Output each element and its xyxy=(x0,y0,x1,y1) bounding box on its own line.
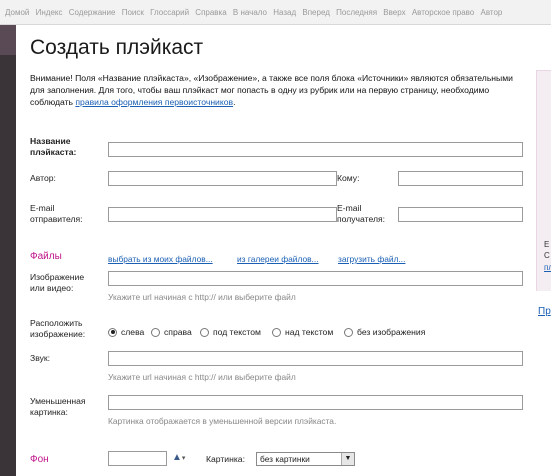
nav-forward[interactable]: Вперед xyxy=(302,8,330,17)
radio-left[interactable]: слева xyxy=(108,327,144,337)
nav-start[interactable]: В начало xyxy=(233,8,267,17)
sender-email-label: E-mail отправителя: xyxy=(30,203,83,225)
nav-help[interactable]: Справка xyxy=(195,8,226,17)
image-label-line1: Изображение xyxy=(30,272,85,282)
thumbnail-hint: Картинка отображается в уменьшенной верс… xyxy=(108,416,337,426)
name-label-line2: плэйкаста: xyxy=(30,147,77,157)
nav-copyright[interactable]: Авторское право xyxy=(412,8,474,17)
recipient-email-input[interactable] xyxy=(398,207,523,222)
author-label: Автор: xyxy=(30,173,56,183)
radio-right-label: справа xyxy=(164,327,192,337)
radio-above-text[interactable]: над текстом xyxy=(272,327,333,337)
thumbnail-label-line2: картинка: xyxy=(30,407,68,417)
name-label-line1: Название xyxy=(30,136,71,146)
thumbnail-url-input[interactable] xyxy=(108,395,523,410)
recipient-email-line2: получателя: xyxy=(337,214,386,224)
image-url-input[interactable] xyxy=(108,271,523,286)
radio-below-control[interactable] xyxy=(200,327,209,337)
name-input[interactable] xyxy=(108,142,523,157)
notice-text: Внимание! Поля «Название плэйкаста», «Из… xyxy=(30,72,525,108)
radio-no-image[interactable]: без изображения xyxy=(344,327,425,337)
nav-glossary[interactable]: Глоссарий xyxy=(150,8,189,17)
top-navigation: Домой Индекс Содержание Поиск Глоссарий … xyxy=(0,0,551,25)
placement-label: Расположить изображение: xyxy=(30,318,85,340)
right-panel-text-1: Е xyxy=(544,240,550,249)
chevron-down-icon[interactable]: ▼ xyxy=(341,453,354,465)
background-picture-value: без картинки xyxy=(260,454,310,464)
nav-index[interactable]: Индекс xyxy=(36,8,63,17)
image-hint: Укажите url начиная с http:// или выбери… xyxy=(108,292,296,302)
notice-end: . xyxy=(233,97,236,107)
upload-file-link[interactable]: загрузить файл... xyxy=(338,254,405,264)
thumbnail-label: Уменьшенная картинка: xyxy=(30,396,86,418)
page-title: Создать плэйкаст xyxy=(30,36,204,59)
radio-below-text[interactable]: под текстом xyxy=(200,327,261,337)
nav-last[interactable]: Последняя xyxy=(336,8,377,17)
main-content: Создать плэйкаст Внимание! Поля «Названи… xyxy=(16,25,536,476)
sound-hint: Укажите url начиная с http:// или выбери… xyxy=(108,372,296,382)
radio-right[interactable]: справа xyxy=(151,327,192,337)
right-panel-text-2: С xyxy=(544,251,550,260)
radio-above-control[interactable] xyxy=(272,327,281,337)
image-label-line2: или видео: xyxy=(30,283,74,293)
radio-none-control[interactable] xyxy=(344,327,353,337)
to-input[interactable] xyxy=(398,171,523,186)
paint-bucket-icon[interactable]: ▲▾ xyxy=(172,452,185,463)
sender-email-line2: отправителя: xyxy=(30,214,83,224)
thumbnail-label-line1: Уменьшенная xyxy=(30,396,86,406)
name-label: Название плэйкаста: xyxy=(30,136,76,158)
nav-contents[interactable]: Содержание xyxy=(69,8,116,17)
right-panel-link-2[interactable]: Пр xyxy=(538,306,551,317)
nav-back[interactable]: Назад xyxy=(273,8,296,17)
radio-none-label: без изображения xyxy=(357,327,426,337)
background-color-input[interactable] xyxy=(108,451,167,466)
nav-up[interactable]: Вверх xyxy=(383,8,405,17)
sender-email-line1: E-mail xyxy=(30,203,55,213)
radio-below-label: под текстом xyxy=(213,327,261,337)
placement-label-line2: изображение: xyxy=(30,329,86,339)
recipient-email-label: E-mail получателя: xyxy=(337,203,385,225)
placement-label-line1: Расположить xyxy=(30,318,83,328)
sound-label: Звук: xyxy=(30,353,51,363)
right-panel-link-1[interactable]: пл xyxy=(544,263,551,272)
radio-left-label: слева xyxy=(121,327,145,337)
nav-author[interactable]: Автор xyxy=(480,8,502,17)
left-sidebar xyxy=(0,25,16,476)
choose-my-files-link[interactable]: выбрать из моих файлов... xyxy=(108,254,213,264)
rules-link[interactable]: правила оформления первоисточников xyxy=(75,97,233,107)
background-picture-select[interactable]: без картинки ▼ xyxy=(256,452,355,466)
gallery-files-link[interactable]: из галереи файлов... xyxy=(237,254,319,264)
background-picture-label: Картинка: xyxy=(206,454,245,464)
image-label: Изображение или видео: xyxy=(30,272,84,294)
sender-email-input[interactable] xyxy=(108,207,337,222)
author-input[interactable] xyxy=(108,171,337,186)
radio-above-label: над текстом xyxy=(285,327,334,337)
files-section-title: Файлы xyxy=(30,251,62,262)
nav-search[interactable]: Поиск xyxy=(122,8,144,17)
nav-home[interactable]: Домой xyxy=(5,8,29,17)
radio-right-control[interactable] xyxy=(151,327,160,337)
background-section-title: Фон xyxy=(30,454,49,465)
to-label: Кому: xyxy=(337,173,360,183)
recipient-email-line1: E-mail xyxy=(337,203,362,213)
radio-left-control[interactable] xyxy=(108,327,117,337)
sound-url-input[interactable] xyxy=(108,351,523,366)
